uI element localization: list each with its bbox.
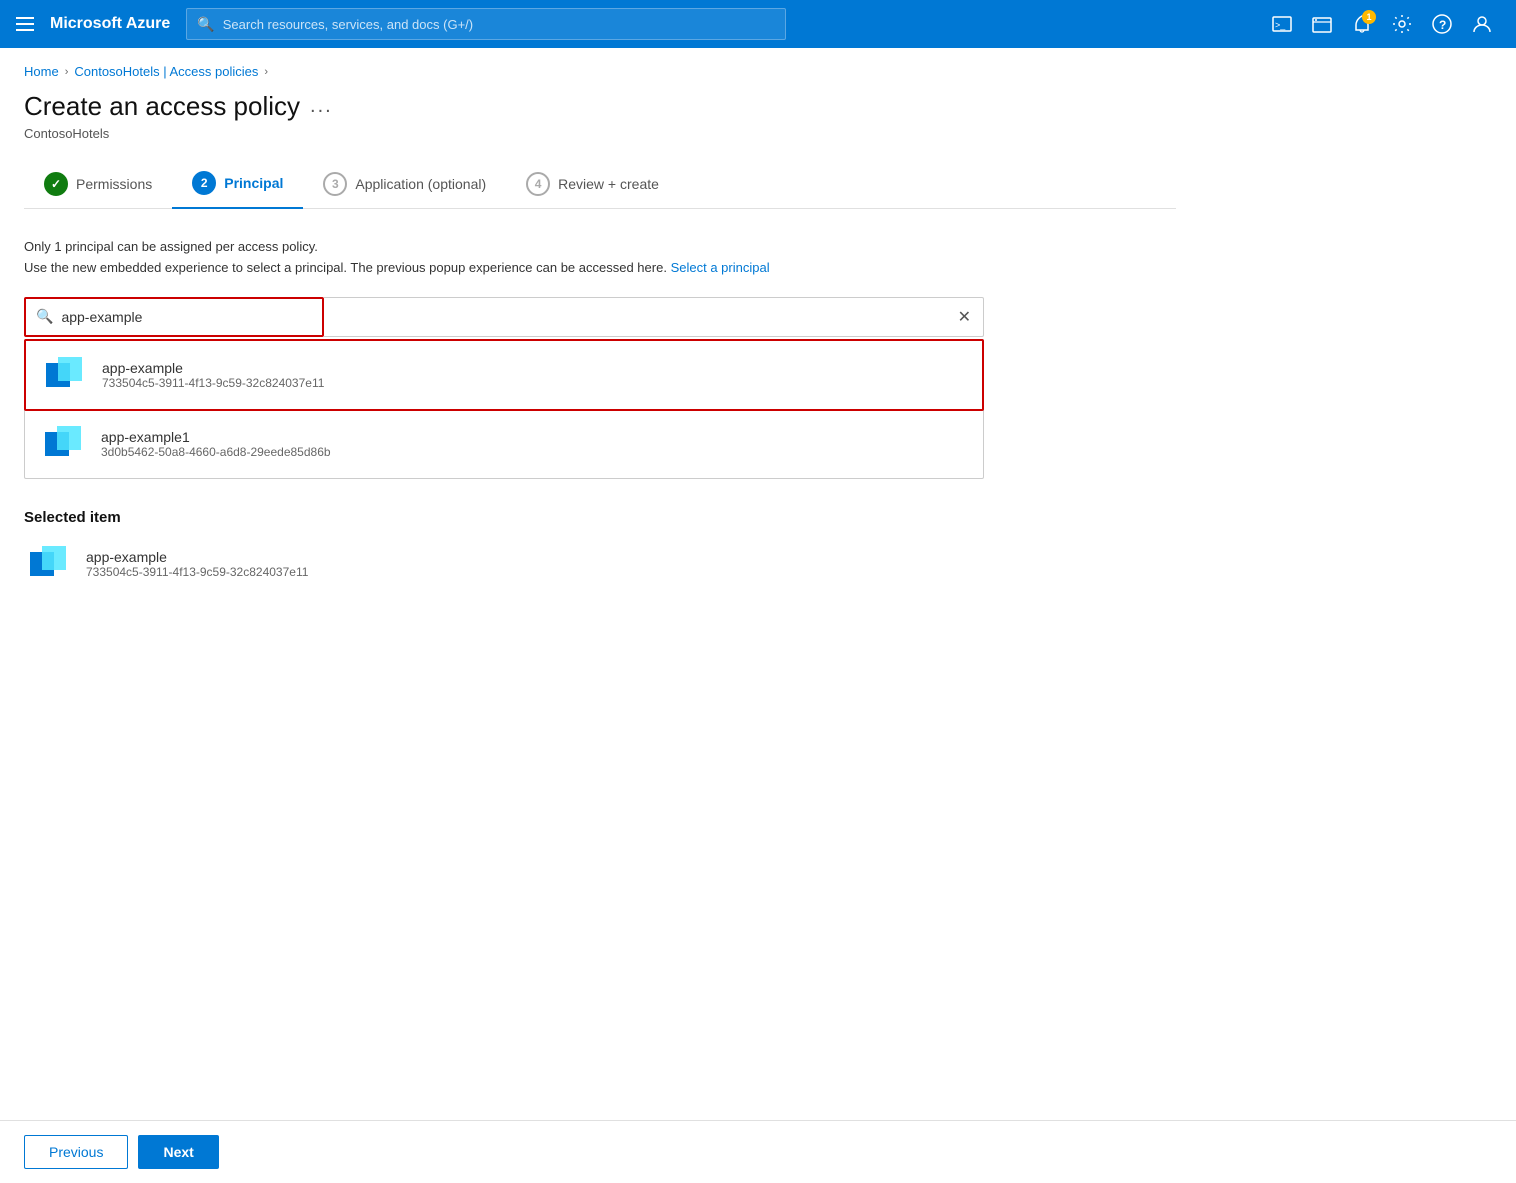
page-subtitle: ContosoHotels xyxy=(24,126,1176,141)
step-label-3: Application (optional) xyxy=(355,176,486,192)
breadcrumb-sep-1: › xyxy=(65,66,69,78)
breadcrumb: Home › ContosoHotels | Access policies › xyxy=(24,64,1176,79)
result-icon-1 xyxy=(39,420,87,468)
settings-icon[interactable] xyxy=(1384,6,1420,42)
page-header: Create an access policy ... xyxy=(24,91,1176,122)
select-principal-link[interactable]: Select a principal xyxy=(671,260,770,275)
brand-logo: Microsoft Azure xyxy=(50,15,170,33)
notification-badge: 1 xyxy=(1362,10,1376,24)
result-info-0: app-example 733504c5-3911-4f13-9c59-32c8… xyxy=(102,360,324,390)
page-title: Create an access policy xyxy=(24,91,300,122)
breadcrumb-sep-2: › xyxy=(264,66,268,78)
notification-icon[interactable]: 1 xyxy=(1344,6,1380,42)
step-circle-1: ✓ xyxy=(44,172,68,196)
result-icon-0 xyxy=(40,351,88,399)
info-text: Only 1 principal can be assigned per acc… xyxy=(24,237,1176,279)
next-button[interactable]: Next xyxy=(138,1135,218,1169)
search-row: 🔍 ✕ xyxy=(24,297,984,337)
result-item-0[interactable]: app-example 733504c5-3911-4f13-9c59-32c8… xyxy=(24,339,984,411)
step-circle-2: 2 xyxy=(192,171,216,195)
topnav-icons: >_ 1 ? xyxy=(1264,6,1500,42)
search-results-container: 🔍 ✕ app-example 733504c5-3911-4f13-9 xyxy=(24,297,984,479)
help-icon[interactable]: ? xyxy=(1424,6,1460,42)
previous-button[interactable]: Previous xyxy=(24,1135,128,1169)
wizard-step-review[interactable]: 4 Review + create xyxy=(506,162,679,208)
step-label-2: Principal xyxy=(224,175,283,191)
step-label-1: Permissions xyxy=(76,176,152,192)
search-results: app-example 733504c5-3911-4f13-9c59-32c8… xyxy=(24,339,984,479)
principal-search-box[interactable]: 🔍 xyxy=(24,297,324,337)
result-name-0: app-example xyxy=(102,360,324,376)
result-id-1: 3d0b5462-50a8-4660-a6d8-29eede85d86b xyxy=(101,445,331,459)
svg-text:>_: >_ xyxy=(1275,20,1286,30)
wizard-steps: ✓ Permissions 2 Principal 3 Application … xyxy=(24,161,1176,209)
more-options-button[interactable]: ... xyxy=(310,95,333,118)
wizard-step-principal[interactable]: 2 Principal xyxy=(172,161,303,209)
step-label-4: Review + create xyxy=(558,176,659,192)
main-content: Home › ContosoHotels | Access policies ›… xyxy=(0,48,1200,604)
info-line1: Only 1 principal can be assigned per acc… xyxy=(24,237,1176,258)
search-clear-button[interactable]: ✕ xyxy=(958,307,971,327)
breadcrumb-home[interactable]: Home xyxy=(24,64,59,79)
selected-item-id: 733504c5-3911-4f13-9c59-32c824037e11 xyxy=(86,565,308,579)
result-id-0: 733504c5-3911-4f13-9c59-32c824037e11 xyxy=(102,376,324,390)
result-name-1: app-example1 xyxy=(101,429,331,445)
selected-item-icon xyxy=(24,540,72,588)
selected-section-title: Selected item xyxy=(24,509,1176,526)
cloud-shell-icon[interactable]: >_ xyxy=(1264,6,1300,42)
search-box-extension: ✕ xyxy=(324,297,984,337)
wizard-step-permissions[interactable]: ✓ Permissions xyxy=(24,162,172,208)
principal-search-input[interactable] xyxy=(61,309,312,325)
selected-item-info: app-example 733504c5-3911-4f13-9c59-32c8… xyxy=(86,549,308,579)
global-search-input[interactable] xyxy=(223,17,776,32)
step-circle-3: 3 xyxy=(323,172,347,196)
search-icon: 🔍 xyxy=(197,16,214,33)
result-item-1[interactable]: app-example1 3d0b5462-50a8-4660-a6d8-29e… xyxy=(25,410,983,478)
breadcrumb-access-policies[interactable]: ContosoHotels | Access policies xyxy=(74,64,258,79)
topnav: Microsoft Azure 🔍 >_ 1 xyxy=(0,0,1516,48)
hamburger-menu[interactable] xyxy=(16,17,34,31)
selected-item-name: app-example xyxy=(86,549,308,565)
footer: Previous Next xyxy=(0,1120,1516,1183)
info-line2: Use the new embedded experience to selec… xyxy=(24,258,1176,279)
svg-text:?: ? xyxy=(1439,18,1446,32)
principal-search-icon: 🔍 xyxy=(36,308,53,325)
global-search-box[interactable]: 🔍 xyxy=(186,8,786,40)
selected-item-display: app-example 733504c5-3911-4f13-9c59-32c8… xyxy=(24,540,1176,588)
step-circle-4: 4 xyxy=(526,172,550,196)
directory-icon[interactable] xyxy=(1304,6,1340,42)
profile-icon[interactable] xyxy=(1464,6,1500,42)
result-info-1: app-example1 3d0b5462-50a8-4660-a6d8-29e… xyxy=(101,429,331,459)
wizard-step-application[interactable]: 3 Application (optional) xyxy=(303,162,506,208)
selected-section: Selected item app-example 733504c5-3911-… xyxy=(24,509,1176,588)
